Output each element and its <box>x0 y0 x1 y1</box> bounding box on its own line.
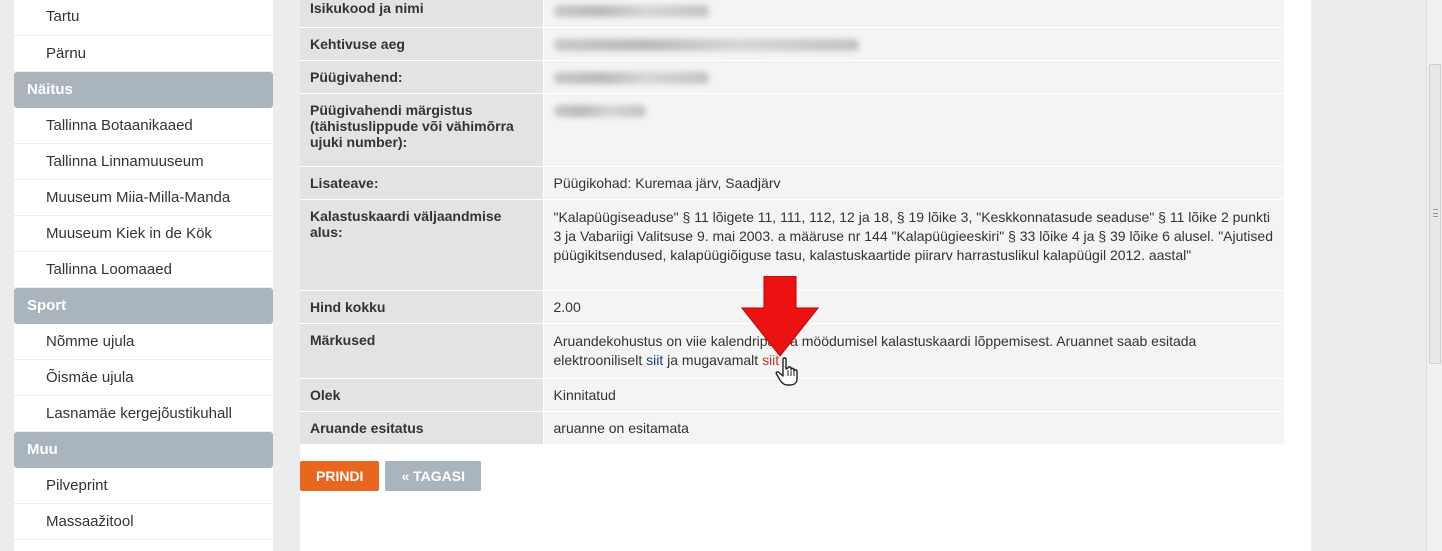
sidebar-item-lasnamae-hall[interactable]: Lasnamäe kergejõustikuhall <box>14 396 273 432</box>
sidebar-item-massaazitool[interactable]: Massaažitool <box>14 504 273 540</box>
sidebar-group-muu[interactable]: Muu <box>14 432 273 468</box>
sidebar-item-botaanikaaed[interactable]: Tallinna Botaanikaaed <box>14 108 273 144</box>
sidebar-item-oismae-ujula[interactable]: Õismäe ujula <box>14 360 273 396</box>
sidebar-item-parnu[interactable]: Pärnu <box>14 36 273 72</box>
row-label: Lisateave: <box>300 166 544 200</box>
row-label: Püügivahend: <box>300 60 544 94</box>
sidebar-group-sport[interactable]: Sport <box>14 288 273 324</box>
grip-icon <box>1433 209 1438 217</box>
scrollbar-thumb[interactable] <box>1429 64 1441 364</box>
sidebar-item-loomaaed[interactable]: Tallinna Loomaaed <box>14 252 273 288</box>
sidebar-item-linnamuuseum[interactable]: Tallinna Linnamuuseum <box>14 144 273 180</box>
row-label: Püügivahendi märgistus (tähistuslippude … <box>300 93 544 167</box>
row-value: "Kalapüügiseaduse" § 11 lõigete 11, 111,… <box>543 199 1284 291</box>
sidebar-group-naitus[interactable]: Näitus <box>14 72 273 108</box>
row-label: Olek <box>300 378 544 412</box>
sidebar-item-tartu[interactable]: Tartu <box>14 0 273 36</box>
sidebar-item-pilveprint[interactable]: Pilveprint <box>14 468 273 504</box>
row-label: Kehtivuse aeg <box>300 27 544 61</box>
row-label: Aruande esitatus <box>300 411 544 445</box>
table-row: Kehtivuse aeg <box>300 27 1284 61</box>
row-value: Püügikohad: Kuremaa järv, Saadjärv <box>543 166 1284 200</box>
row-label: Kalastuskaardi väljaandmise alus: <box>300 199 544 291</box>
table-row: Lisateave: Püügikohad: Kuremaa järv, Saa… <box>300 166 1284 200</box>
price-value: 2.00 <box>543 290 1284 324</box>
sidebar-nav: Tartu Pärnu Näitus Tallinna Botaanikaaed… <box>14 0 273 551</box>
right-blank-area <box>1311 0 1442 551</box>
sidebar-item-kiek-in-de-kok[interactable]: Muuseum Kiek in de Kök <box>14 216 273 252</box>
back-button[interactable]: « TAGASI <box>385 460 481 491</box>
red-arrow-icon <box>740 276 820 357</box>
print-button[interactable]: PRINDI <box>300 460 380 491</box>
action-buttons: PRINDI « TAGASI <box>300 460 1311 491</box>
report-link-1[interactable]: siit <box>646 352 663 368</box>
scrollbar[interactable] <box>1426 0 1442 551</box>
hand-cursor-icon <box>775 357 798 386</box>
table-row: Püügivahend: <box>300 60 1284 94</box>
status-value: Kinnitatud <box>543 378 1284 412</box>
blurred-validity-value <box>543 27 1284 61</box>
table-row: Aruande esitatus aruanne on esitamata <box>300 411 1284 445</box>
sidebar-item-nomme-ujula[interactable]: Nõmme ujula <box>14 324 273 360</box>
table-row: Isikukood ja nimi <box>300 0 1284 28</box>
sidebar-item-miia-milla-manda[interactable]: Muuseum Miia-Milla-Manda <box>14 180 273 216</box>
row-label: Isikukood ja nimi <box>300 0 544 28</box>
blurred-marking-value <box>543 93 1284 167</box>
row-label: Märkused <box>300 323 544 379</box>
row-label: Hind kokku <box>300 290 544 324</box>
table-row: Püügivahendi märgistus (tähistuslippude … <box>300 93 1284 167</box>
blurred-name-value <box>543 0 1284 28</box>
remarks-value: Aruandekohustus on viie kalendripäeva mö… <box>543 323 1284 379</box>
report-status-value: aruanne on esitamata <box>543 411 1284 445</box>
blurred-gear-value <box>543 60 1284 94</box>
